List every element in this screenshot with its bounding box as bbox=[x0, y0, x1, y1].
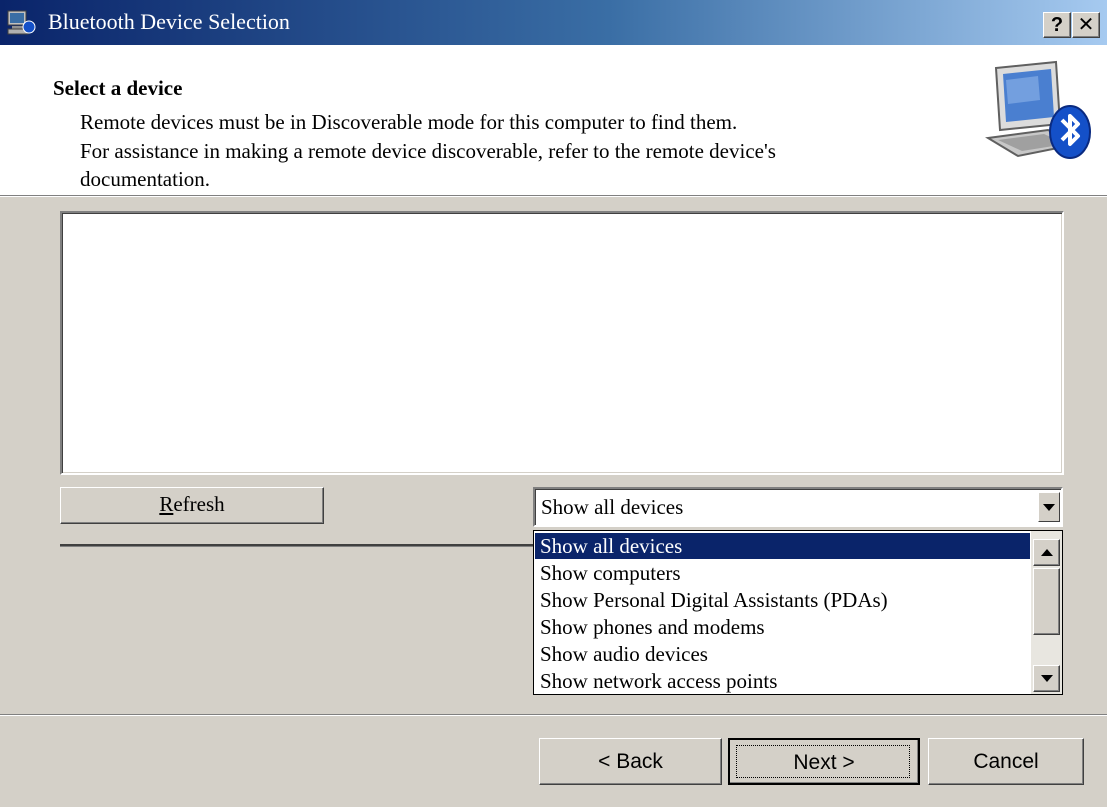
close-button[interactable]: ✕ bbox=[1072, 12, 1100, 38]
refresh-mnemonic: R bbox=[159, 492, 174, 516]
divider bbox=[60, 544, 560, 547]
filter-option-phones-modems[interactable]: Show phones and modems bbox=[535, 614, 1030, 640]
filter-option-pdas[interactable]: Show Personal Digital Assistants (PDAs) bbox=[535, 587, 1030, 613]
chevron-down-icon bbox=[1041, 675, 1053, 682]
scroll-up-button[interactable] bbox=[1033, 539, 1060, 566]
header-description-line: documentation. bbox=[80, 167, 211, 191]
scroll-down-button[interactable] bbox=[1033, 665, 1060, 692]
bluetooth-computer-icon bbox=[978, 60, 1093, 170]
focus-rectangle bbox=[736, 745, 910, 778]
chevron-up-icon bbox=[1041, 549, 1053, 556]
back-button[interactable]: < Back bbox=[539, 738, 722, 785]
cancel-button[interactable]: Cancel bbox=[928, 738, 1084, 785]
filter-option-audio-devices[interactable]: Show audio devices bbox=[535, 641, 1030, 667]
scroll-thumb[interactable] bbox=[1033, 568, 1060, 635]
footer-divider bbox=[0, 714, 1107, 716]
next-button[interactable]: Next > bbox=[728, 738, 920, 785]
window-title: Bluetooth Device Selection bbox=[48, 9, 290, 34]
bluetooth-computer-icon bbox=[6, 9, 36, 37]
filter-option-computers[interactable]: Show computers bbox=[535, 560, 1030, 586]
chevron-down-icon bbox=[1043, 504, 1055, 511]
filter-dropdown-list[interactable]: Show all devices Show computers Show Per… bbox=[533, 530, 1063, 695]
page-title: Select a device bbox=[53, 76, 183, 100]
refresh-label: efresh bbox=[173, 492, 225, 516]
header-description-line: Remote devices must be in Discoverable m… bbox=[80, 110, 738, 134]
filter-option-network-access-points[interactable]: Show network access points bbox=[535, 668, 1030, 694]
header-divider bbox=[0, 195, 1107, 197]
filter-selected-value: Show all devices bbox=[541, 495, 684, 519]
refresh-button[interactable]: Refresh bbox=[60, 487, 324, 524]
header-description-line: For assistance in making a remote device… bbox=[80, 139, 776, 163]
close-icon: ✕ bbox=[1077, 14, 1095, 36]
device-list[interactable] bbox=[60, 211, 1064, 475]
dropdown-scrollbar[interactable] bbox=[1031, 531, 1062, 694]
help-button[interactable]: ? bbox=[1043, 12, 1071, 38]
device-filter-select[interactable]: Show all devices bbox=[533, 487, 1063, 527]
filter-option-all-devices[interactable]: Show all devices bbox=[535, 533, 1030, 559]
dropdown-toggle-button[interactable] bbox=[1038, 492, 1060, 522]
